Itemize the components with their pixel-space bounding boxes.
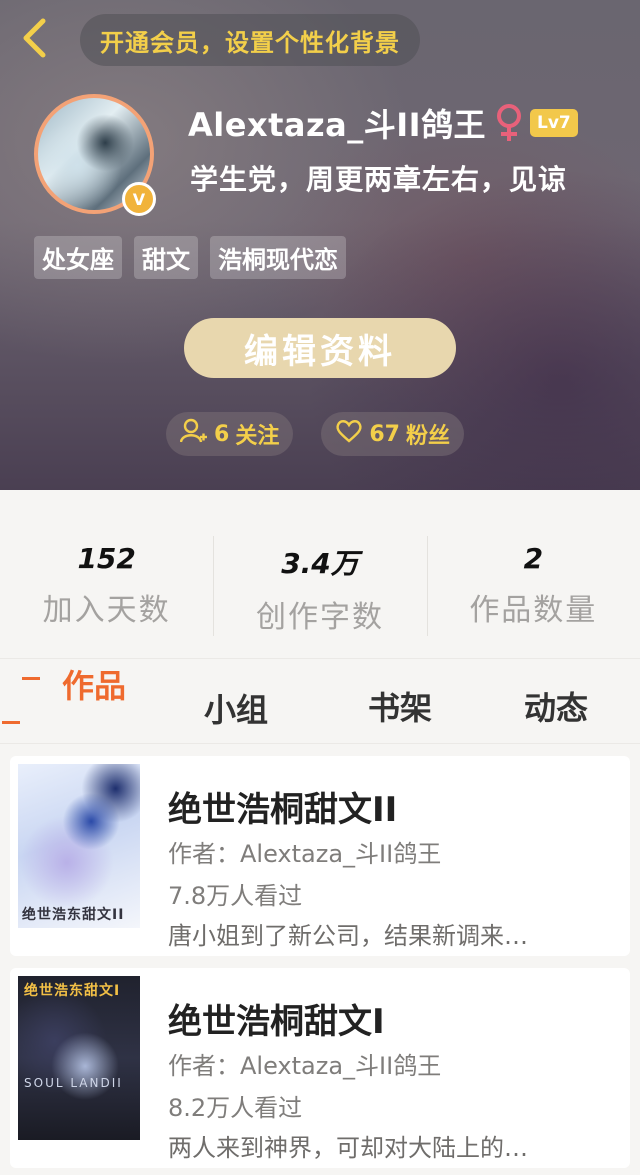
stat-value: 152 xyxy=(77,542,136,575)
book-views: 7.8万人看过 xyxy=(168,882,303,910)
book-description: 两人来到神界，可却对大陆上的… xyxy=(168,1134,528,1162)
stat-days: 152 加入天数 xyxy=(0,542,213,658)
heart-icon xyxy=(335,419,363,449)
follow-stats: 6 关注 67 粉丝 xyxy=(166,412,464,456)
book-author: 作者：Alextaza_斗II鸽王 xyxy=(168,1052,442,1080)
tag-item: 浩桐现代恋 xyxy=(210,236,346,279)
book-title[interactable]: 绝世浩桐甜文II xyxy=(168,782,397,831)
tag-item: 处女座 xyxy=(34,236,122,279)
stat-label: 作品数量 xyxy=(469,593,598,628)
tab-groups[interactable]: 小组 xyxy=(204,685,268,731)
level-badge: Lv7 xyxy=(530,109,578,137)
book-views: 8.2万人看过 xyxy=(168,1094,303,1122)
tab-works[interactable]: 作品 xyxy=(62,661,126,707)
book-card[interactable]: 绝世浩东甜文I SOUL LANDII 绝世浩桐甜文I 作者：Alextaza_… xyxy=(10,968,630,1168)
book-title[interactable]: 绝世浩桐甜文I xyxy=(168,994,385,1043)
edit-profile-button[interactable]: 编辑资料 xyxy=(184,318,456,378)
cover-title: 绝世浩东甜文I xyxy=(24,983,121,999)
female-icon xyxy=(494,103,524,143)
tab-indicator xyxy=(2,721,20,724)
stat-label: 创作字数 xyxy=(255,600,384,635)
stat-words: 3.4万 创作字数 xyxy=(213,536,426,658)
fans-button[interactable]: 67 粉丝 xyxy=(321,412,464,456)
stat-works: 2 作品数量 xyxy=(426,536,640,658)
username: Alextaza_斗II鸽王 xyxy=(188,106,487,144)
cover-title: 绝世浩东甜文II xyxy=(22,907,125,923)
cover-subtitle: SOUL LANDII xyxy=(24,1076,123,1090)
following-label: 关注 xyxy=(235,424,280,449)
book-cover[interactable]: 绝世浩东甜文II xyxy=(18,764,140,928)
fans-label: 粉丝 xyxy=(405,424,450,449)
user-bio: 学生党，周更两章左右，见谅 xyxy=(190,163,568,196)
username-row: Alextaza_斗II鸽王 Lv7 xyxy=(188,98,578,148)
tab-bar: 作品 小组 书架 动态 xyxy=(0,658,640,744)
verified-badge: V xyxy=(122,182,156,216)
tag-list: 处女座 甜文 浩桐现代恋 xyxy=(34,236,346,279)
stats-panel: 152 加入天数 3.4万 创作字数 2 作品数量 xyxy=(0,490,640,658)
tab-feed[interactable]: 动态 xyxy=(524,683,588,729)
tab-indicator xyxy=(22,677,40,680)
back-button[interactable] xyxy=(16,18,52,62)
following-count: 6 xyxy=(214,421,230,447)
fans-count: 67 xyxy=(369,421,400,447)
stat-label: 加入天数 xyxy=(42,593,171,628)
book-cover[interactable]: 绝世浩东甜文I SOUL LANDII xyxy=(18,976,140,1140)
avatar-container[interactable]: V xyxy=(34,94,156,216)
following-button[interactable]: 6 关注 xyxy=(166,412,294,456)
book-author: 作者：Alextaza_斗II鸽王 xyxy=(168,840,442,868)
profile-header: 开通会员，设置个性化背景 V Alextaza_斗II鸽王 Lv7 学生党，周更… xyxy=(0,0,640,490)
book-description: 唐小姐到了新公司，结果新调来… xyxy=(168,922,528,950)
tag-item: 甜文 xyxy=(134,236,198,279)
tab-bookshelf[interactable]: 书架 xyxy=(368,683,432,729)
vip-banner-button[interactable]: 开通会员，设置个性化背景 xyxy=(80,14,420,66)
chevron-left-icon xyxy=(21,18,47,62)
book-card[interactable]: 绝世浩东甜文II 绝世浩桐甜文II 作者：Alextaza_斗II鸽王 7.8万… xyxy=(10,756,630,956)
stat-value: 2 xyxy=(523,542,544,575)
stat-value: 3.4万 xyxy=(281,547,359,580)
add-user-icon xyxy=(179,418,208,450)
